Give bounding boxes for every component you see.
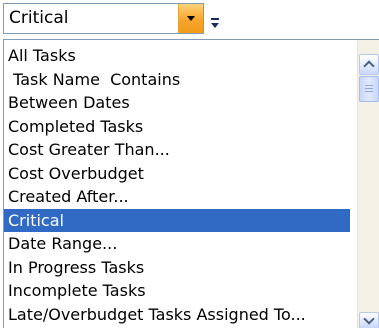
list-item[interactable]: Cost Greater Than... bbox=[4, 138, 350, 162]
filter-combobox[interactable]: Critical bbox=[3, 3, 204, 34]
chevron-up-icon bbox=[363, 60, 375, 72]
list-item[interactable]: Task Name Contains bbox=[4, 68, 350, 92]
filter-combobox-value[interactable]: Critical bbox=[9, 8, 68, 29]
list-item[interactable]: Date Range... bbox=[4, 232, 350, 256]
scroll-up-button[interactable] bbox=[359, 54, 379, 75]
filter-dropdown-list: All Tasks Task Name Contains Between Dat… bbox=[3, 39, 379, 328]
list-item[interactable]: Incomplete Tasks bbox=[4, 279, 350, 303]
list-item[interactable]: Between Dates bbox=[4, 91, 350, 115]
list-item[interactable]: All Tasks bbox=[4, 44, 350, 68]
list-item[interactable]: Cost Overbudget bbox=[4, 162, 350, 186]
chevron-down-icon bbox=[363, 313, 375, 325]
list-item[interactable]: Created After... bbox=[4, 185, 350, 209]
list-item-selected[interactable]: Critical bbox=[4, 208, 350, 232]
scroll-thumb[interactable] bbox=[359, 76, 379, 102]
list-item[interactable]: Late/Overbudget Tasks Assigned To... bbox=[4, 303, 350, 327]
scroll-down-button[interactable] bbox=[359, 312, 379, 328]
vertical-scrollbar[interactable] bbox=[357, 40, 379, 328]
list-item[interactable]: In Progress Tasks bbox=[4, 256, 350, 280]
toolbar-options-icon[interactable] bbox=[209, 18, 221, 32]
filter-list-items: All Tasks Task Name Contains Between Dat… bbox=[4, 44, 350, 326]
dropdown-button[interactable] bbox=[178, 4, 203, 33]
list-item[interactable]: Completed Tasks bbox=[4, 115, 350, 139]
dropdown-arrow-icon bbox=[187, 16, 195, 21]
